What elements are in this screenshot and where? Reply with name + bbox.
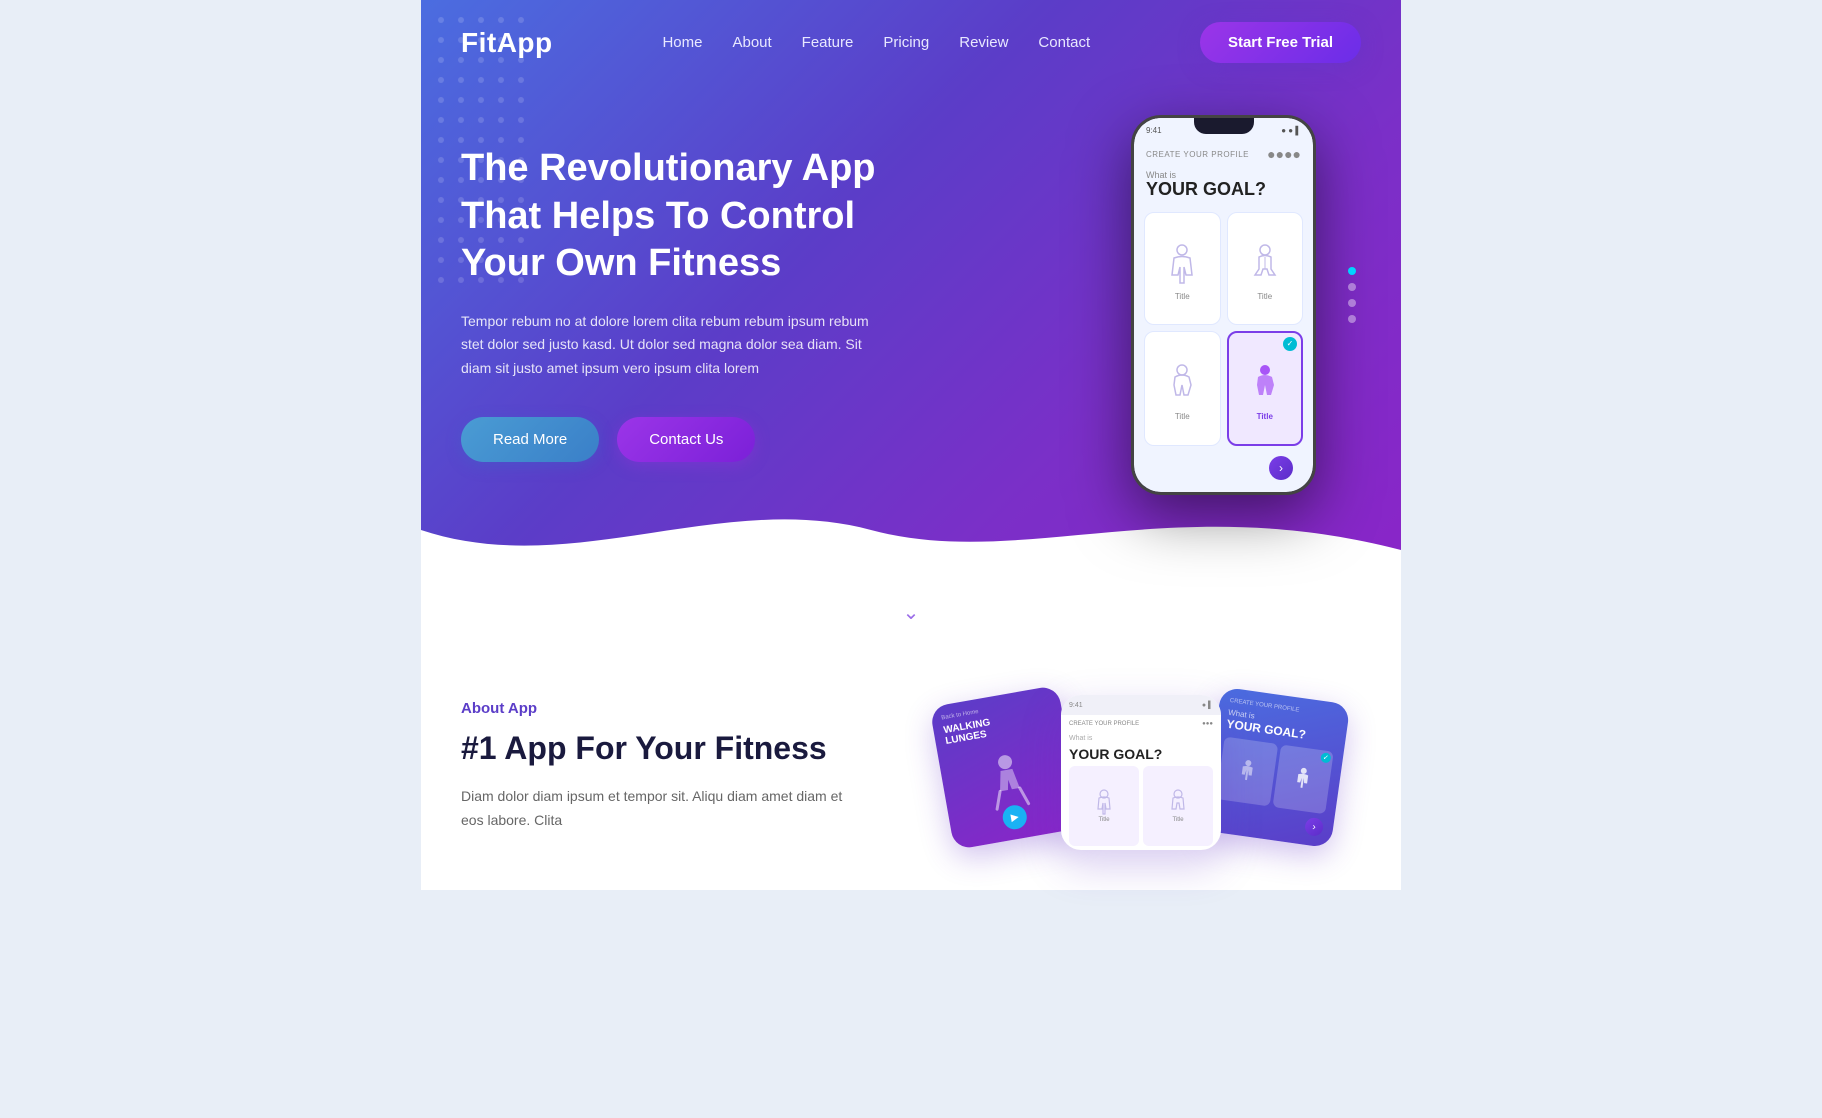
main-container: FitApp Home About Feature Pricing Review… — [421, 0, 1401, 1118]
card3-arrow[interactable]: › — [1304, 817, 1324, 837]
side-dot-1[interactable] — [1348, 267, 1356, 275]
nav-pricing[interactable]: Pricing — [883, 34, 929, 51]
about-section: About App #1 App For Your Fitness Diam d… — [421, 630, 1401, 890]
phone-grid-label-3: Title — [1175, 412, 1190, 421]
about-phone-cards: Back to Home WALKING LUNGES ▶ — [931, 690, 1361, 850]
phone-goal-title: YOUR GOAL? — [1146, 180, 1301, 200]
body-icon-4 — [1245, 360, 1285, 410]
start-free-trial-button[interactable]: Start Free Trial — [1200, 22, 1361, 63]
card2-header: CREATE YOUR PROFILE ●●● — [1061, 715, 1221, 733]
card3-grid: ✓ — [1216, 737, 1334, 814]
phone-grid-label-4: Title — [1257, 412, 1273, 421]
card2-grid: Title Title — [1061, 762, 1221, 850]
card2-goal: YOUR GOAL? — [1061, 746, 1221, 762]
hero-buttons: Read More Contact Us — [461, 417, 941, 462]
phone-grid-item-4[interactable]: ✓ Title — [1227, 331, 1304, 446]
phone-bottom-area: › — [1144, 454, 1303, 482]
phone-grid-label-1: Title — [1175, 292, 1190, 301]
nav-links: Home About Feature Pricing Review Contac… — [662, 34, 1090, 52]
side-dot-3[interactable] — [1348, 299, 1356, 307]
brand-logo: FitApp — [461, 27, 553, 59]
phone-header: CREATE YOUR PROFILE ●●●● — [1134, 138, 1313, 166]
phone-goal-grid: Title — [1134, 208, 1313, 450]
body-icon-1 — [1162, 240, 1202, 290]
scroll-indicator-container: ⌄ — [421, 590, 1401, 630]
card3-check: ✓ — [1320, 752, 1331, 763]
phone-grid-label-2: Title — [1257, 292, 1272, 301]
chevron-down-icon: ⌄ — [903, 602, 920, 624]
phone-check-icon: ✓ — [1283, 337, 1297, 351]
phone-grid-item-1[interactable]: Title — [1144, 212, 1221, 325]
phone-mockup: 9:41 ● ● ▌ CREATE YOUR PROFILE ●●●● What… — [1131, 115, 1316, 495]
phone-time: 9:41 — [1146, 126, 1162, 135]
about-card-3: CREATE YOUR PROFILE What is YOUR GOAL? ✓ — [1202, 687, 1351, 849]
about-label: About App — [461, 700, 861, 717]
phone-header-label: CREATE YOUR PROFILE — [1146, 150, 1249, 159]
about-title: #1 App For Your Fitness — [461, 729, 861, 767]
body-icon-2 — [1245, 240, 1285, 290]
phone-grid-item-3[interactable]: Title — [1144, 331, 1221, 446]
phone-dots-menu: ●●●● — [1267, 146, 1301, 162]
about-card-1: Back to Home WALKING LUNGES ▶ — [929, 685, 1082, 850]
phone-grid-item-2[interactable]: Title — [1227, 212, 1304, 325]
card2-status: 9:41 ● ▌ — [1061, 695, 1221, 715]
card2-grid-1: Title — [1069, 766, 1139, 846]
hero-section: FitApp Home About Feature Pricing Review… — [421, 0, 1401, 590]
phone-mockup-container: 9:41 ● ● ▌ CREATE YOUR PROFILE ●●●● What… — [1131, 115, 1331, 495]
phone-side-dots — [1348, 267, 1356, 323]
card3-g2: ✓ — [1272, 744, 1334, 813]
navbar: FitApp Home About Feature Pricing Review… — [421, 0, 1401, 85]
hero-title: The Revolutionary App That Helps To Cont… — [461, 145, 941, 288]
body-icon-3 — [1162, 360, 1202, 410]
nav-home[interactable]: Home — [662, 34, 702, 51]
nav-contact[interactable]: Contact — [1038, 34, 1090, 51]
phone-screen: 9:41 ● ● ▌ CREATE YOUR PROFILE ●●●● What… — [1134, 118, 1313, 492]
contact-us-button[interactable]: Contact Us — [617, 417, 755, 462]
nav-review[interactable]: Review — [959, 34, 1008, 51]
hero-content: The Revolutionary App That Helps To Cont… — [421, 85, 1401, 495]
about-description: Diam dolor diam ipsum et tempor sit. Ali… — [461, 785, 861, 833]
hero-text: The Revolutionary App That Helps To Cont… — [461, 125, 941, 462]
side-dot-2[interactable] — [1348, 283, 1356, 291]
card2-what: What is — [1061, 733, 1221, 746]
nav-feature[interactable]: Feature — [802, 34, 854, 51]
read-more-button[interactable]: Read More — [461, 417, 599, 462]
card2-grid-2: Title — [1143, 766, 1213, 846]
nav-about[interactable]: About — [732, 34, 771, 51]
phone-title-section: What is YOUR GOAL? — [1134, 166, 1313, 208]
phone-signal: ● ● ▌ — [1281, 126, 1301, 135]
phone-next-button[interactable]: › — [1269, 456, 1293, 480]
about-card-2: 9:41 ● ▌ CREATE YOUR PROFILE ●●● What is… — [1061, 695, 1221, 850]
side-dot-4[interactable] — [1348, 315, 1356, 323]
hero-description: Tempor rebum no at dolore lorem clita re… — [461, 310, 891, 381]
phone-notch — [1194, 118, 1254, 134]
about-text: About App #1 App For Your Fitness Diam d… — [461, 690, 861, 833]
card3-g1 — [1216, 737, 1278, 806]
page-wrapper: FitApp Home About Feature Pricing Review… — [0, 0, 1822, 1118]
